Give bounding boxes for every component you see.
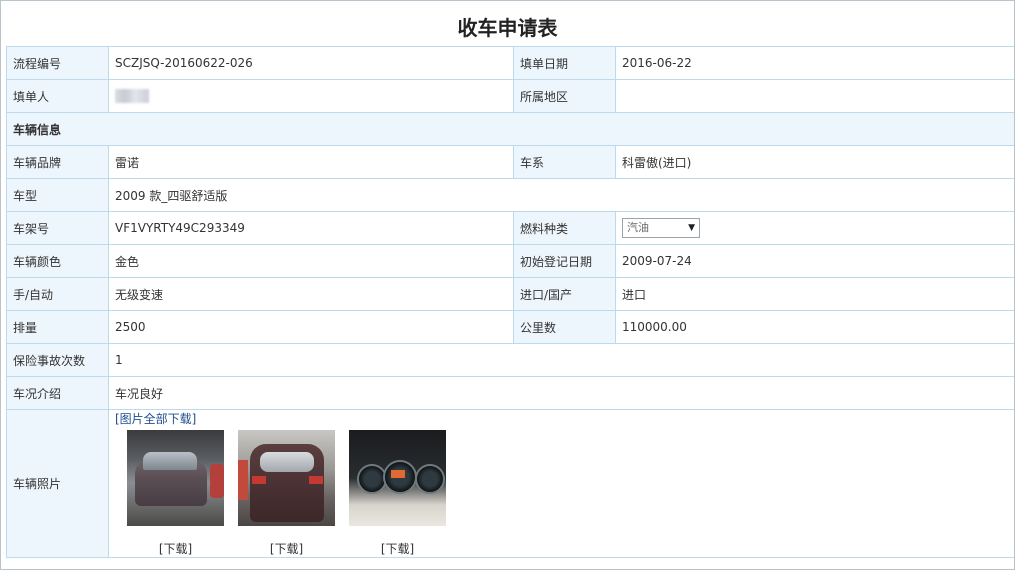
- table-row: 车辆颜色 金色 初始登记日期 2009-07-24: [6, 244, 1014, 278]
- brand-value: 雷诺: [108, 145, 514, 179]
- photo-gallery: [下载] [下载] [下载]: [115, 430, 1010, 557]
- mileage-label: 公里数: [513, 310, 616, 344]
- table-row: 车辆信息: [6, 112, 1014, 146]
- color-value: 金色: [108, 244, 514, 278]
- process-no-label: 流程编号: [6, 46, 109, 80]
- condition-value: 车况良好: [108, 376, 1014, 410]
- first-reg-label: 初始登记日期: [513, 244, 616, 278]
- series-label: 车系: [513, 145, 616, 179]
- table-row: 车况介绍 车况良好: [6, 376, 1014, 410]
- import-value: 进口: [615, 277, 1014, 311]
- download-photo-link[interactable]: [下载]: [127, 540, 224, 557]
- table-row: 车型 2009 款_四驱舒适版: [6, 178, 1014, 212]
- table-row: 填单人 所属地区: [6, 79, 1014, 113]
- condition-label: 车况介绍: [6, 376, 109, 410]
- table-row: 车辆品牌 雷诺 车系 科雷傲(进口): [6, 145, 1014, 179]
- accidents-value: 1: [108, 343, 1014, 377]
- table-row: 流程编号 SCZJSQ-20160622-026 填单日期 2016-06-22: [6, 46, 1014, 80]
- photo-item: [下载]: [127, 430, 224, 557]
- displacement-label: 排量: [6, 310, 109, 344]
- form-window: 收车申请表 流程编号 SCZJSQ-20160622-026 填单日期 2016…: [0, 0, 1015, 570]
- page-title: 收车申请表: [457, 16, 558, 40]
- vin-label: 车架号: [6, 211, 109, 245]
- photo-item: [下载]: [238, 430, 335, 557]
- fill-date-label: 填单日期: [513, 46, 616, 80]
- region-value: [615, 79, 1014, 113]
- color-label: 车辆颜色: [6, 244, 109, 278]
- fill-date-value: 2016-06-22: [615, 46, 1014, 80]
- vin-value: VF1VYRTY49C293349: [108, 211, 514, 245]
- download-photo-link[interactable]: [下载]: [238, 540, 335, 557]
- fuel-cell: 汽油 ▼: [615, 211, 1014, 245]
- dashboard-photo[interactable]: [349, 430, 446, 526]
- process-no-value: SCZJSQ-20160622-026: [108, 46, 514, 80]
- mileage-value: 110000.00: [615, 310, 1014, 344]
- filler-value: [108, 79, 514, 113]
- brand-label: 车辆品牌: [6, 145, 109, 179]
- vehicle-info-section-header: 车辆信息: [6, 112, 1014, 146]
- photos-cell: [图片全部下载] [下载] [下载] [下载]: [108, 409, 1014, 558]
- table-row: 手/自动 无级变速 进口/国产 进口: [6, 277, 1014, 311]
- table-row: 车架号 VF1VYRTY49C293349 燃料种类 汽油 ▼: [6, 211, 1014, 245]
- fuel-label: 燃料种类: [513, 211, 616, 245]
- application-form-table: 流程编号 SCZJSQ-20160622-026 填单日期 2016-06-22…: [6, 46, 1014, 558]
- first-reg-value: 2009-07-24: [615, 244, 1014, 278]
- transmission-label: 手/自动: [6, 277, 109, 311]
- download-photo-link[interactable]: [下载]: [349, 540, 446, 557]
- table-row: 排量 2500 公里数 110000.00: [6, 310, 1014, 344]
- photo-item: [下载]: [349, 430, 446, 557]
- model-label: 车型: [6, 178, 109, 212]
- car-front-photo[interactable]: [127, 430, 224, 526]
- import-label: 进口/国产: [513, 277, 616, 311]
- fuel-type-select[interactable]: 汽油 ▼: [622, 218, 700, 238]
- model-value: 2009 款_四驱舒适版: [108, 178, 1014, 212]
- blurred-name: [115, 89, 149, 104]
- displacement-value: 2500: [108, 310, 514, 344]
- dropdown-arrow-icon: ▼: [688, 223, 695, 233]
- filler-label: 填单人: [6, 79, 109, 113]
- series-value: 科雷傲(进口): [615, 145, 1014, 179]
- car-rear-photo[interactable]: [238, 430, 335, 526]
- table-row: 车辆照片 [图片全部下载] [下载] [下载] [下载]: [6, 409, 1014, 558]
- transmission-value: 无级变速: [108, 277, 514, 311]
- accidents-label: 保险事故次数: [6, 343, 109, 377]
- photos-label: 车辆照片: [6, 409, 109, 558]
- fuel-type-selected: 汽油: [627, 221, 649, 234]
- download-all-photos-link[interactable]: [图片全部下载]: [115, 411, 1010, 428]
- table-row: 保险事故次数 1: [6, 343, 1014, 377]
- region-label: 所属地区: [513, 79, 616, 113]
